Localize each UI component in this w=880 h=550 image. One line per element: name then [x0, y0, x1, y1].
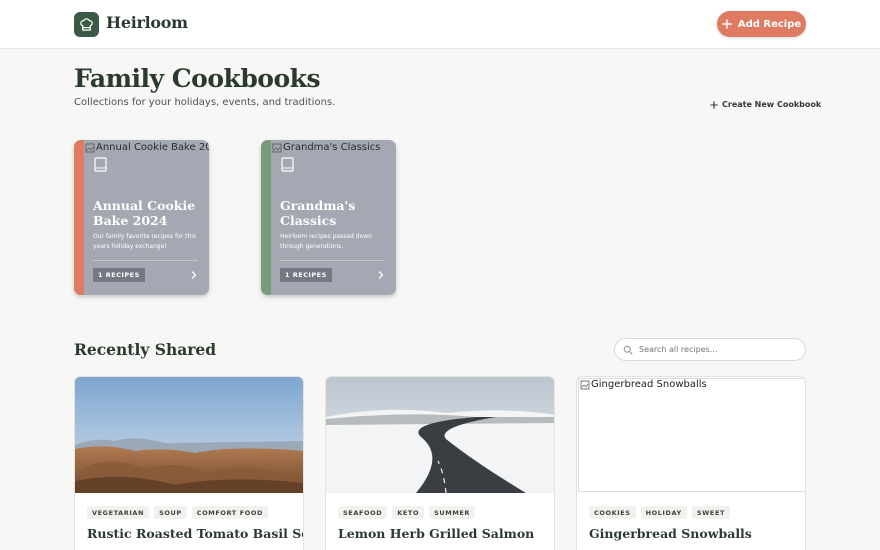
tag[interactable]: SUMMER [429, 506, 476, 519]
tag[interactable]: VEGETARIAN [87, 506, 150, 519]
plus-icon [722, 19, 732, 29]
recipe-card[interactable]: SEAFOOD KETO SUMMER Lemon Herb Grilled S… [325, 376, 555, 550]
cookbook-description: Our family favorite recipes for this yea… [93, 233, 197, 250]
tag[interactable]: SWEET [691, 506, 731, 519]
recipe-title[interactable]: Lemon Herb Grilled Salmon [338, 526, 534, 541]
page-subtitle: Collections for your holidays, events, a… [74, 97, 336, 108]
tag[interactable]: HOLIDAY [640, 506, 687, 519]
logo-badge[interactable] [74, 12, 99, 37]
book-icon [281, 157, 294, 172]
recipe-photo-alt: Gingerbread Snowballs [591, 379, 707, 390]
broken-image-icon [272, 143, 282, 152]
cookbook-title: Grandma's Classics [280, 198, 356, 228]
plus-icon [710, 100, 718, 109]
cookbook-card[interactable]: Grandma's Classics Grandma's Classics He… [261, 140, 396, 295]
cooking-pot-icon [80, 18, 93, 31]
cookbook-spine [74, 140, 84, 295]
app-name[interactable]: Heirloom [106, 13, 188, 32]
recipe-card[interactable]: Gingerbread Snowballs COOKIES HOLIDAY SW… [576, 376, 806, 550]
recipe-title[interactable]: Gingerbread Snowballs [589, 526, 752, 541]
chevron-right-icon[interactable] [377, 270, 385, 280]
tag[interactable]: COOKIES [589, 506, 636, 519]
tag[interactable]: SOUP [154, 506, 187, 519]
search-icon [623, 345, 633, 354]
create-cookbook-button[interactable]: Create New Cookbook [710, 100, 821, 109]
cookbook-divider [93, 260, 198, 261]
cookbook-card[interactable]: Annual Cookie Bake 2024 Annual Cookie Ba… [74, 140, 209, 295]
cookbook-cover-alt: Grandma's Classics [283, 142, 381, 153]
cookbook-spine [261, 140, 271, 295]
book-icon [94, 157, 107, 172]
recipe-photo [75, 377, 303, 493]
cookbook-cover-image: Grandma's Classics [272, 142, 380, 153]
recipe-tags: VEGETARIAN SOUP COMFORT FOOD [87, 506, 268, 519]
recipe-tags: COOKIES HOLIDAY SWEET [589, 506, 731, 519]
broken-image-icon [85, 143, 95, 152]
add-recipe-label: Add Recipe [737, 18, 802, 30]
create-cookbook-label: Create New Cookbook [722, 100, 822, 109]
section-title: Recently Shared [74, 340, 217, 359]
recipe-card[interactable]: VEGETARIAN SOUP COMFORT FOOD Rustic Roas… [74, 376, 304, 550]
page-title: Family Cookbooks [74, 64, 321, 93]
recipe-title[interactable]: Rustic Roasted Tomato Basil Soup [87, 526, 303, 541]
cookbook-title: Annual Cookie Bake 2024 [93, 198, 196, 228]
cookbook-cover-image: Annual Cookie Bake 2024 [85, 142, 209, 153]
recipe-photo: Gingerbread Snowballs [578, 378, 805, 492]
add-recipe-button[interactable]: Add Recipe [717, 11, 806, 37]
cookbook-description: Heirloom recipes passed down through gen… [280, 233, 372, 250]
search-input[interactable] [639, 345, 789, 354]
chevron-right-icon[interactable] [190, 270, 198, 280]
tag[interactable]: COMFORT FOOD [191, 506, 268, 519]
tag[interactable]: KETO [392, 506, 425, 519]
recipe-tags: SEAFOOD KETO SUMMER [338, 506, 476, 519]
search-box[interactable] [614, 338, 806, 361]
recipe-count-badge: 1 RECIPES [280, 268, 332, 282]
recipe-photo [326, 377, 554, 493]
recipe-count-badge: 1 RECIPES [93, 268, 145, 282]
tag[interactable]: SEAFOOD [338, 506, 388, 519]
broken-image-icon [580, 380, 590, 390]
cookbook-divider [280, 260, 385, 261]
cookbook-cover-alt: Annual Cookie Bake 2024 [96, 142, 209, 153]
top-bar: Heirloom Add Recipe [0, 0, 880, 49]
